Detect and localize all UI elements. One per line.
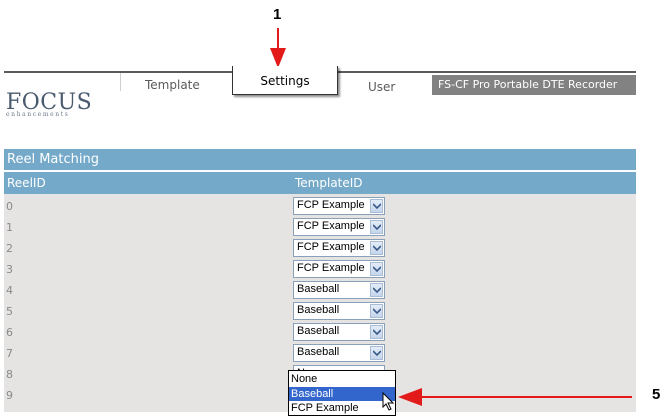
column-header-reelid: ReelID xyxy=(7,176,46,190)
template-select-value: Baseball xyxy=(297,304,340,316)
reel-id-0: 0 xyxy=(6,200,13,213)
reel-id-1: 1 xyxy=(6,221,13,234)
chevron-down-icon[interactable] xyxy=(370,199,383,213)
template-select-value: FCP Example xyxy=(297,220,365,232)
callout-number-5: 5 xyxy=(652,386,661,403)
tab-user[interactable]: User xyxy=(368,80,395,94)
callout-arrow-1-icon xyxy=(270,28,286,68)
template-select-2[interactable]: FCP Example xyxy=(293,239,385,257)
chevron-down-icon[interactable] xyxy=(370,220,383,234)
chevron-down-icon[interactable] xyxy=(370,304,383,318)
chevron-down-icon[interactable] xyxy=(370,325,383,339)
chevron-down-icon[interactable] xyxy=(370,346,383,360)
template-select-value: FCP Example xyxy=(297,199,365,211)
panel-title: Reel Matching xyxy=(7,152,99,167)
template-select-value: Baseball xyxy=(297,346,340,358)
chevron-down-icon[interactable] xyxy=(370,262,383,276)
reel-id-7: 7 xyxy=(6,347,13,360)
reel-id-2: 2 xyxy=(6,242,13,255)
panel-title-bar: Reel Matching xyxy=(4,149,636,170)
callout-arrow-5-icon xyxy=(398,388,632,406)
callout-number-1: 1 xyxy=(273,6,282,23)
reel-id-8: 8 xyxy=(6,368,13,381)
dropdown-option-fcp-example[interactable]: FCP Example xyxy=(289,401,395,415)
template-select-1[interactable]: FCP Example xyxy=(293,218,385,236)
template-select-6[interactable]: Baseball xyxy=(293,323,385,341)
tab-separator xyxy=(120,73,121,91)
template-select-value: Baseball xyxy=(297,283,340,295)
reel-id-9: 9 xyxy=(6,389,13,402)
template-select-3[interactable]: FCP Example xyxy=(293,260,385,278)
chevron-down-icon[interactable] xyxy=(370,283,383,297)
column-header-templateid: TemplateID xyxy=(295,176,363,190)
tab-settings-label: Settings xyxy=(260,74,310,88)
reel-id-3: 3 xyxy=(6,263,13,276)
template-select-5[interactable]: Baseball xyxy=(293,302,385,320)
template-select-value: FCP Example xyxy=(297,262,365,274)
template-select-value: Baseball xyxy=(297,325,340,337)
dropdown-option-none[interactable]: None xyxy=(289,372,395,386)
reel-id-6: 6 xyxy=(6,326,13,339)
tab-settings[interactable]: Settings xyxy=(232,66,338,95)
product-name-bar: FS-CF Pro Portable DTE Recorder xyxy=(432,75,636,95)
product-name: FS-CF Pro Portable DTE Recorder xyxy=(438,78,618,91)
dropdown-option-baseball[interactable]: Baseball xyxy=(289,387,395,401)
template-dropdown-list[interactable]: None Baseball FCP Example xyxy=(288,370,396,416)
column-header-row: ReelID TemplateID xyxy=(4,172,636,194)
logo: FOCUS enhancements xyxy=(6,90,92,118)
mouse-cursor-icon xyxy=(382,392,395,411)
template-select-7[interactable]: Baseball xyxy=(293,344,385,362)
reel-id-5: 5 xyxy=(6,305,13,318)
reel-id-4: 4 xyxy=(6,284,13,297)
chevron-down-icon[interactable] xyxy=(370,241,383,255)
template-select-4[interactable]: Baseball xyxy=(293,281,385,299)
tab-template[interactable]: Template xyxy=(145,78,200,92)
template-select-0[interactable]: FCP Example xyxy=(293,197,385,215)
template-select-value: FCP Example xyxy=(297,241,365,253)
